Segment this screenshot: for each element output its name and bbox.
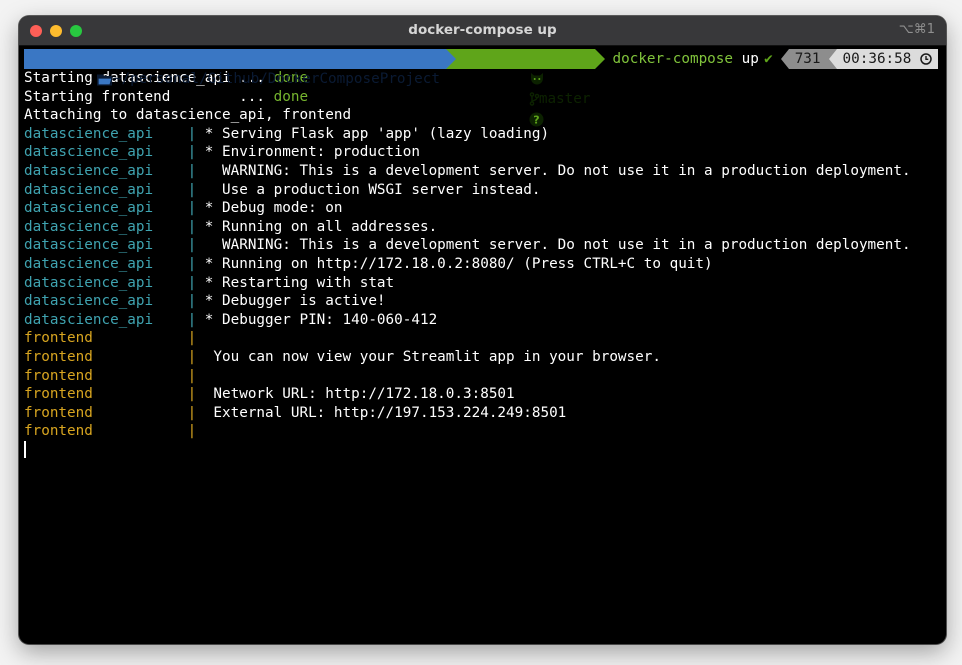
window-title: docker-compose up (408, 22, 557, 38)
service-name: datascience_api (24, 181, 154, 198)
log-message: Use a production WSGI server instead. (196, 181, 541, 198)
service-name: frontend (24, 348, 93, 365)
service-name: frontend (24, 367, 93, 384)
log-message: * Restarting with stat (196, 274, 395, 291)
github-icon (529, 69, 545, 89)
prompt-separator-arrow (828, 49, 837, 69)
terminal-content[interactable]: ~/personal/Github/DockerComposeProject m… (24, 49, 946, 644)
log-separator: | (187, 125, 197, 142)
git-branch-icon (529, 89, 540, 109)
log-message: * Environment: production (196, 144, 420, 161)
log-line: frontend | External URL: http://197.153.… (24, 404, 946, 423)
history-number: 731 (788, 49, 829, 69)
service-name: datascience_api (24, 218, 154, 235)
log-line: datascience_api | Use a production WSGI … (24, 181, 946, 200)
service-name: datascience_api (24, 144, 154, 161)
log-separator: | (187, 330, 197, 347)
log-line: datascience_api | * Debug mode: on (24, 199, 946, 218)
service-name: datascience_api (24, 162, 154, 179)
log-line: datascience_api | * Debugger PIN: 140-06… (24, 311, 946, 330)
log-separator: | (187, 367, 197, 384)
log-separator: | (187, 274, 197, 291)
service-name: datascience_api (24, 255, 154, 272)
log-separator: | (187, 293, 197, 310)
log-line: datascience_api | WARNING: This is a dev… (24, 162, 946, 181)
log-line: datascience_api | * Restarting with stat (24, 274, 946, 293)
log-message: * Running on all addresses. (196, 218, 438, 235)
service-name: datascience_api (24, 125, 154, 142)
cursor-line (24, 441, 946, 460)
prompt-time-segment: 00:36:58 (836, 49, 938, 69)
log-message: WARNING: This is a development server. D… (196, 162, 911, 179)
log-separator: | (187, 162, 197, 179)
prompt-separator-arrow (445, 49, 456, 69)
log-separator: | (187, 181, 197, 198)
log-separator: | (187, 423, 197, 440)
log-line: datascience_api | WARNING: This is a dev… (24, 236, 946, 255)
log-line: datascience_api | * Running on all addre… (24, 218, 946, 237)
service-name: frontend (24, 330, 93, 347)
prompt-git-segment: master ? (455, 49, 595, 126)
window-shortcut: ⌥⌘1 (898, 22, 935, 37)
git-branch-name: master (538, 91, 591, 107)
log-line: datascience_api | * Debugger is active! (24, 292, 946, 311)
log-message: Network URL: http://172.18.0.3:8501 (196, 386, 515, 403)
clock-icon (920, 49, 932, 69)
log-line: frontend | (24, 329, 946, 348)
log-separator: | (187, 144, 197, 161)
service-name: datascience_api (24, 274, 154, 291)
prompt-time: 00:36:58 (842, 51, 912, 67)
prompt-separator-arrow (594, 49, 605, 69)
log-message: * Debugger PIN: 140-060-412 (196, 311, 438, 328)
service-name: datascience_api (24, 200, 154, 217)
log-message: External URL: http://197.153.224.249:850… (196, 404, 567, 421)
git-status-glyph: ? (533, 113, 539, 126)
service-name: datascience_api (24, 311, 154, 328)
prompt-path-segment: ~/personal/Github/DockerComposeProject (24, 49, 446, 87)
log-separator: | (187, 255, 197, 272)
shell-prompt: ~/personal/Github/DockerComposeProject m… (24, 49, 946, 126)
service-name: datascience_api (24, 237, 154, 254)
command-argument: up (741, 51, 759, 67)
log-message: WARNING: This is a development server. D… (196, 237, 911, 254)
status-check-icon: ✔ (764, 51, 773, 67)
prompt-path: ~/personal/Github/DockerComposeProject (112, 71, 440, 87)
log-message: * Debug mode: on (196, 200, 343, 217)
prompt-separator-arrow (780, 49, 789, 69)
folder-icon (96, 69, 113, 89)
git-status-indicator: ? (529, 109, 544, 129)
command-name: docker-compose (612, 51, 734, 67)
text-cursor (24, 441, 26, 459)
service-name: datascience_api (24, 293, 154, 310)
service-name: frontend (24, 386, 93, 403)
log-message: * Running on http://172.18.0.2:8080/ (Pr… (196, 255, 713, 272)
service-name: frontend (24, 423, 93, 440)
log-separator: | (187, 348, 197, 365)
log-separator: | (187, 386, 197, 403)
log-line: frontend | You can now view your Streaml… (24, 348, 946, 367)
title-bar[interactable]: docker-compose up ⌥⌘1 (19, 16, 946, 46)
log-message: You can now view your Streamlit app in y… (196, 348, 661, 365)
right-prompt: ✔ 731 00:36:58 (764, 49, 938, 69)
log-line: frontend | Network URL: http://172.18.0.… (24, 385, 946, 404)
log-separator: | (187, 237, 197, 254)
log-separator: | (187, 404, 197, 421)
log-line: frontend | (24, 367, 946, 386)
log-separator: | (187, 218, 197, 235)
terminal-window: docker-compose up ⌥⌘1 ~/personal/Github/… (19, 16, 946, 644)
startup-status: done (273, 88, 309, 105)
service-name: frontend (24, 404, 93, 421)
log-separator: | (187, 200, 197, 217)
log-message: * Debugger is active! (196, 293, 386, 310)
log-line: frontend | (24, 422, 946, 441)
log-line: datascience_api | * Running on http://17… (24, 255, 946, 274)
log-separator: | (187, 311, 197, 328)
